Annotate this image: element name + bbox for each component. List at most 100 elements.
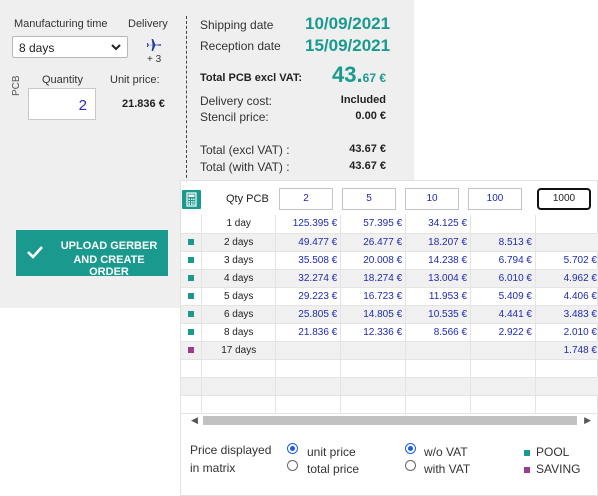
price-cell[interactable]: 14.238 € [405, 251, 472, 270]
price-cell[interactable]: 20.008 € [340, 251, 407, 270]
table-row [181, 377, 598, 396]
upload-button-line2: AND CREATE ORDER [73, 254, 145, 278]
price-cell[interactable]: 13.004 € [405, 269, 472, 288]
price-cell[interactable]: 11.953 € [405, 287, 472, 306]
price-cell[interactable]: 8.566 € [405, 323, 472, 342]
price-cell[interactable]: 32.274 € [275, 269, 342, 288]
total-pcb-int: 43. [332, 62, 363, 87]
pool-marker [188, 328, 195, 335]
price-cell[interactable] [340, 359, 407, 378]
price-cell[interactable] [535, 359, 598, 378]
price-cell[interactable] [275, 377, 342, 396]
price-cell[interactable]: 18.274 € [340, 269, 407, 288]
price-cell[interactable]: 25.805 € [275, 305, 342, 324]
row-type-cell [181, 305, 203, 324]
row-days-cell [201, 359, 277, 378]
price-cell[interactable]: 4.441 € [470, 305, 536, 324]
row-days-cell: 3 days [201, 251, 277, 270]
price-cell[interactable]: 18.207 € [405, 233, 472, 252]
price-cell[interactable]: 6.794 € [470, 251, 536, 270]
price-cell[interactable]: 4.962 € [535, 269, 598, 288]
pool-marker [188, 256, 195, 263]
price-cell[interactable] [535, 233, 598, 252]
row-days-cell: 1 day [201, 215, 277, 234]
table-row: 5 days 29.223 €16.723 €11.953 €5.409 €4.4… [181, 287, 598, 306]
quantity-column-input-selected[interactable]: 1000 [537, 188, 591, 210]
quantity-column-input[interactable]: 5 [342, 188, 396, 210]
stencil-price-label: Stencil price: [200, 110, 269, 124]
price-cell[interactable] [535, 215, 598, 234]
price-cell[interactable]: 21.836 € [275, 323, 342, 342]
price-cell[interactable]: 35.508 € [275, 251, 342, 270]
calculator-button[interactable] [182, 190, 201, 209]
pool-marker [188, 274, 195, 281]
price-cell[interactable]: 5.702 € [535, 251, 598, 270]
price-cell[interactable] [470, 395, 536, 414]
price-cell[interactable] [340, 377, 407, 396]
price-cell[interactable]: 1.748 € [535, 341, 598, 360]
price-cell[interactable]: 26.477 € [340, 233, 407, 252]
qty-pcb-label: Qty PCB [226, 193, 269, 205]
total-with-vat-label: Total (with VAT) : [200, 160, 290, 174]
quantity-input[interactable]: 2 [28, 88, 96, 120]
horizontal-scrollbar[interactable]: ◀ ▶ [185, 413, 595, 427]
upload-gerber-button[interactable]: UPLOAD GERBER AND CREATE ORDER [16, 230, 168, 278]
row-days-cell [201, 377, 277, 396]
price-cell[interactable] [535, 395, 598, 414]
scroll-left-icon[interactable]: ◀ [191, 415, 198, 426]
price-cell[interactable] [340, 341, 407, 360]
price-cell[interactable]: 2.922 € [470, 323, 536, 342]
price-cell[interactable]: 125.395 € [275, 215, 342, 234]
price-cell[interactable]: 14.805 € [340, 305, 407, 324]
price-cell[interactable] [275, 359, 342, 378]
price-cell[interactable]: 29.223 € [275, 287, 342, 306]
scrollbar-thumb[interactable] [203, 416, 577, 425]
price-cell[interactable]: 8.513 € [470, 233, 536, 252]
quantity-column-input[interactable]: 2 [279, 188, 333, 210]
price-cell[interactable]: 3.483 € [535, 305, 598, 324]
price-cell[interactable] [340, 395, 407, 414]
price-cell[interactable]: 2.010 € [535, 323, 598, 342]
with-vat-radio[interactable] [405, 460, 416, 471]
row-days-cell: 6 days [201, 305, 277, 324]
price-cell[interactable] [470, 359, 536, 378]
price-cell[interactable] [275, 341, 342, 360]
upload-button-line1: UPLOAD GERBER [60, 240, 158, 252]
quantity-column-input[interactable]: 10 [405, 188, 459, 210]
table-row: 17 days 1.748 € [181, 341, 598, 360]
calculator-icon [186, 192, 197, 207]
price-cell[interactable] [405, 341, 472, 360]
price-cell[interactable] [470, 215, 536, 234]
price-cell[interactable] [405, 377, 472, 396]
manufacturing-time-select[interactable]: 8 days [12, 36, 128, 58]
price-cell[interactable] [405, 359, 472, 378]
unit-price-radio[interactable] [287, 443, 298, 454]
price-cell[interactable]: 5.409 € [470, 287, 536, 306]
total-price-radio[interactable] [287, 460, 298, 471]
price-cell[interactable] [405, 395, 472, 414]
table-row: 3 days 35.508 €20.008 €14.238 €6.794 €5.7… [181, 251, 598, 270]
price-cell[interactable]: 49.477 € [275, 233, 342, 252]
price-cell[interactable] [275, 395, 342, 414]
price-cell[interactable]: 57.395 € [340, 215, 407, 234]
price-matrix-panel: Qty PCB 2 5 10 100 1000 1 day 125.395 €57… [180, 180, 598, 496]
shipping-date-label: Shipping date [200, 18, 274, 32]
row-type-cell [181, 287, 203, 306]
wo-vat-option: w/o VAT [424, 445, 468, 459]
price-cell[interactable]: 12.336 € [340, 323, 407, 342]
quantity-column-input[interactable]: 100 [468, 188, 522, 210]
unit-price-label: Unit price: [110, 74, 160, 86]
price-cell[interactable]: 16.723 € [340, 287, 407, 306]
price-cell[interactable] [470, 341, 536, 360]
price-cell[interactable]: 34.125 € [405, 215, 472, 234]
total-pcb-label: Total PCB excl VAT: [200, 72, 303, 84]
price-cell[interactable]: 4.406 € [535, 287, 598, 306]
price-cell[interactable] [535, 377, 598, 396]
total-price-option: total price [307, 462, 360, 476]
scroll-right-icon[interactable]: ▶ [584, 415, 591, 426]
price-matrix-table: 1 day 125.395 €57.395 €34.125 €2 days 49.4… [181, 215, 598, 414]
wo-vat-radio[interactable] [405, 443, 416, 454]
price-cell[interactable]: 10.535 € [405, 305, 472, 324]
price-cell[interactable] [470, 377, 536, 396]
price-cell[interactable]: 6.010 € [470, 269, 536, 288]
